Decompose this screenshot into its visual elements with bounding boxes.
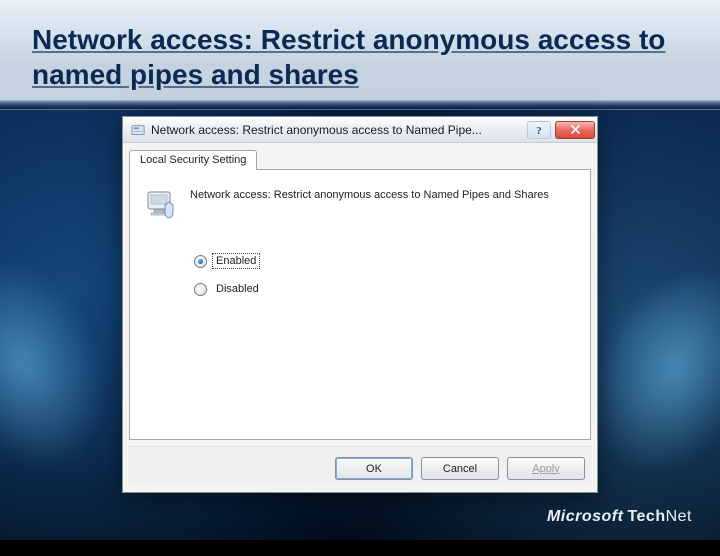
tab-strip: Local Security Setting <box>129 149 591 170</box>
ok-button[interactable]: OK <box>335 457 413 480</box>
svg-text:?: ? <box>536 125 542 136</box>
option-enabled[interactable]: Enabled <box>194 254 576 268</box>
dialog-titlebar[interactable]: Network access: Restrict anonymous acces… <box>123 117 597 143</box>
brand-footer: MicrosoftTechNet <box>547 508 692 526</box>
dialog-button-row: OK Cancel Apply <box>129 446 591 486</box>
option-disabled[interactable]: Disabled <box>194 282 576 296</box>
close-icon <box>570 124 581 135</box>
radio-disabled[interactable] <box>194 283 207 296</box>
cancel-button[interactable]: Cancel <box>421 457 499 480</box>
close-button[interactable] <box>555 121 595 139</box>
tab-local-security-setting[interactable]: Local Security Setting <box>129 150 257 170</box>
dialog-title-text: Network access: Restrict anonymous acces… <box>151 123 523 137</box>
slide-title: Network access: Restrict anonymous acces… <box>32 22 680 92</box>
ok-button-label: OK <box>366 463 382 475</box>
help-button[interactable]: ? <box>527 121 551 139</box>
policy-header: Network access: Restrict anonymous acces… <box>144 186 576 220</box>
properties-dialog: Network access: Restrict anonymous acces… <box>122 116 598 493</box>
policy-icon <box>144 186 178 220</box>
dialog-icon <box>131 123 145 137</box>
apply-button-label: Apply <box>532 463 560 475</box>
option-enabled-label: Enabled <box>213 254 259 268</box>
tab-panel: Network access: Restrict anonymous acces… <box>129 170 591 440</box>
help-icon: ? <box>533 124 545 136</box>
cancel-button-label: Cancel <box>443 463 477 475</box>
slide-accent-bar <box>0 100 720 110</box>
apply-button[interactable]: Apply <box>507 457 585 480</box>
option-disabled-label: Disabled <box>213 282 262 296</box>
options-group: Enabled Disabled <box>144 254 576 296</box>
policy-description: Network access: Restrict anonymous acces… <box>190 186 549 203</box>
brand-technet: TechNet <box>627 508 692 525</box>
brand-microsoft: Microsoft <box>547 508 624 525</box>
tab-label: Local Security Setting <box>140 154 246 166</box>
radio-enabled[interactable] <box>194 255 207 268</box>
